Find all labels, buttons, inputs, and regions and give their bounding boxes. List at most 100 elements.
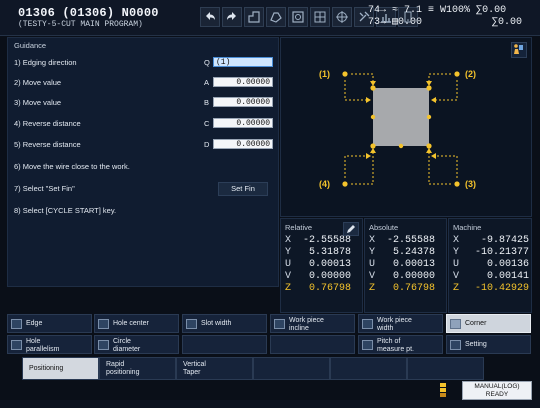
- stat-r1-5: ∑0.00: [476, 5, 507, 16]
- tab-positioning[interactable]: Positioning: [22, 357, 99, 380]
- guidance-step-3: 3) Move value: [14, 98, 62, 107]
- circle-diameter-icon: [98, 340, 109, 350]
- axis-label: X: [369, 235, 376, 246]
- empty-function-button-2[interactable]: [270, 335, 355, 354]
- axis-label: X: [453, 235, 460, 246]
- axis-label: V: [453, 271, 460, 282]
- corner-3-dot: [454, 181, 460, 187]
- shape-icon[interactable]: [266, 7, 286, 27]
- stat-r1-3: ≡: [428, 5, 435, 16]
- absolute-axes: X -2.55588 Y 5.24378 U 0.00013 V 0.00000 Z 0.…: [369, 235, 435, 295]
- edging-diagram: (1) (2) (3) (4): [280, 37, 532, 217]
- edging-direction-input[interactable]: (1): [213, 57, 273, 67]
- corner-button-label: Corner: [465, 320, 487, 327]
- hole-parallelism-button-label: Hole parallelism: [26, 338, 60, 353]
- hole-center-button[interactable]: Hole center: [94, 314, 179, 333]
- machine-x-value: -9.87425: [480, 235, 529, 246]
- field-letter-c: C: [204, 119, 210, 128]
- pitch-of-measure-pt-button[interactable]: Pitch of measure pt.: [358, 335, 443, 354]
- tab-empty-3[interactable]: [407, 357, 484, 380]
- tab-empty-2[interactable]: [330, 357, 407, 380]
- help-button[interactable]: [511, 42, 527, 58]
- slot-width-button[interactable]: Slot width: [182, 314, 267, 333]
- stat-r2-5: ∑0.00: [492, 17, 523, 28]
- absolute-coord-panel: Absolute X -2.55588 Y 5.24378 U 0.00013 V 0.…: [364, 218, 447, 313]
- absolute-v-value: 0.00000: [392, 271, 435, 282]
- relative-y-value: 5.31878: [308, 247, 351, 258]
- workpiece-width-button[interactable]: Work piece width: [358, 314, 443, 333]
- stat-r2-2: ▤0.00: [392, 17, 423, 28]
- corner-1-label: (1): [319, 69, 330, 79]
- set-fin-button[interactable]: Set Fin: [218, 182, 268, 196]
- guidance-step-2: 2) Move value: [14, 78, 62, 87]
- machine-coord-panel: Machine X -9.87425 Y -10.21377 U 0.00136 V 0…: [448, 218, 532, 313]
- workpiece-width-button-label: Work piece width: [377, 317, 412, 332]
- header-bar: 01306 (01306) N0000 (TESTY-5-CUT MAIN PR…: [0, 0, 540, 36]
- pen-icon: [347, 225, 355, 233]
- guidance-step-8: 8) Select [CYCLE START] key.: [14, 206, 117, 215]
- redo-icon[interactable]: [222, 7, 242, 27]
- stat-r1-4: W100%: [440, 5, 471, 16]
- machine-y-value: -10.21377: [474, 247, 529, 258]
- absolute-u-value: 0.00013: [392, 259, 435, 270]
- move-value-a-input[interactable]: 0.00000: [213, 77, 273, 87]
- status-readout: 74→ ≈ 7.1 ≡ W100% ∑0.00 73→ ▤0.00 ∑0.00: [368, 5, 522, 29]
- hole-parallelism-button[interactable]: Hole parallelism: [7, 335, 92, 354]
- setting-button-label: Setting: [465, 341, 487, 348]
- machine-status-box: MANUAL(LOG) READY: [462, 381, 532, 400]
- machine-axes: X -9.87425 Y -10.21377 U 0.00136 V 0.00141 Z…: [453, 235, 529, 295]
- undo-icon[interactable]: [200, 7, 220, 27]
- program-subtitle: (TESTY-5-CUT MAIN PROGRAM): [18, 20, 143, 29]
- empty-function-button-1[interactable]: [182, 335, 267, 354]
- absolute-z-value: 0.76798: [392, 283, 435, 294]
- status-mode: MANUAL(LOG): [474, 383, 520, 390]
- tab-rapid-positioning[interactable]: Rapid positioning: [99, 357, 176, 380]
- tab-vertical-taper[interactable]: Vertical Taper: [176, 357, 253, 380]
- axis-label: U: [369, 259, 376, 270]
- corner-4-label: (4): [319, 179, 330, 189]
- hole-center-icon: [98, 319, 109, 329]
- workpiece-block: [373, 88, 429, 146]
- field-letter-a: A: [204, 78, 210, 87]
- guidance-step-7: 7) Select "Set Fin": [14, 184, 75, 193]
- stat-r1-2: ≈ 7.1: [392, 5, 423, 16]
- axis-label: V: [369, 271, 376, 282]
- relative-z-value: 0.76798: [308, 283, 351, 294]
- axis-label: U: [285, 259, 292, 270]
- pattern-icon[interactable]: [244, 7, 264, 27]
- grid-icon[interactable]: [310, 7, 330, 27]
- axis-label: Y: [285, 247, 292, 258]
- relative-x-value: -2.55588: [302, 235, 351, 246]
- machine-v-value: 0.00141: [486, 271, 529, 282]
- stat-spacer: [428, 17, 486, 29]
- function-button-grid: Edge Hole center Slot width Work piece i…: [7, 314, 532, 354]
- edge-button[interactable]: Edge: [7, 314, 92, 333]
- reverse-distance-c-input[interactable]: 0.00000: [213, 118, 273, 128]
- workpiece-incline-button-label: Work piece incline: [289, 317, 324, 332]
- guidance-step-5: 5) Reverse distance: [14, 140, 81, 149]
- corner-3-label: (3): [465, 179, 476, 189]
- relative-u-value: 0.00013: [308, 259, 351, 270]
- pitch-button-label: Pitch of measure pt.: [377, 338, 414, 353]
- image-icon[interactable]: [288, 7, 308, 27]
- workpiece-incline-button[interactable]: Work piece incline: [270, 314, 355, 333]
- reverse-distance-d-input[interactable]: 0.00000: [213, 139, 273, 149]
- setting-button[interactable]: Setting: [446, 335, 531, 354]
- corner-1-dot: [342, 71, 348, 77]
- circle-diameter-button[interactable]: Circle diameter: [94, 335, 179, 354]
- pitch-icon: [362, 340, 373, 350]
- axis-label: Y: [453, 247, 460, 258]
- edit-pen-button[interactable]: [343, 222, 359, 236]
- status-state: READY: [485, 391, 509, 398]
- program-title: 01306 (01306) N0000: [18, 6, 159, 20]
- stat-r1-1: 74→: [368, 5, 387, 16]
- tab-empty-1[interactable]: [253, 357, 330, 380]
- corner-button[interactable]: Corner: [446, 314, 531, 333]
- axis-label: Z: [369, 283, 376, 294]
- axis-label: Z: [285, 283, 292, 294]
- move-value-b-input[interactable]: 0.00000: [213, 97, 273, 107]
- machine-u-value: 0.00136: [486, 259, 529, 270]
- help-person-icon: [514, 44, 523, 54]
- target-icon[interactable]: [332, 7, 352, 27]
- axis-label: U: [453, 259, 460, 270]
